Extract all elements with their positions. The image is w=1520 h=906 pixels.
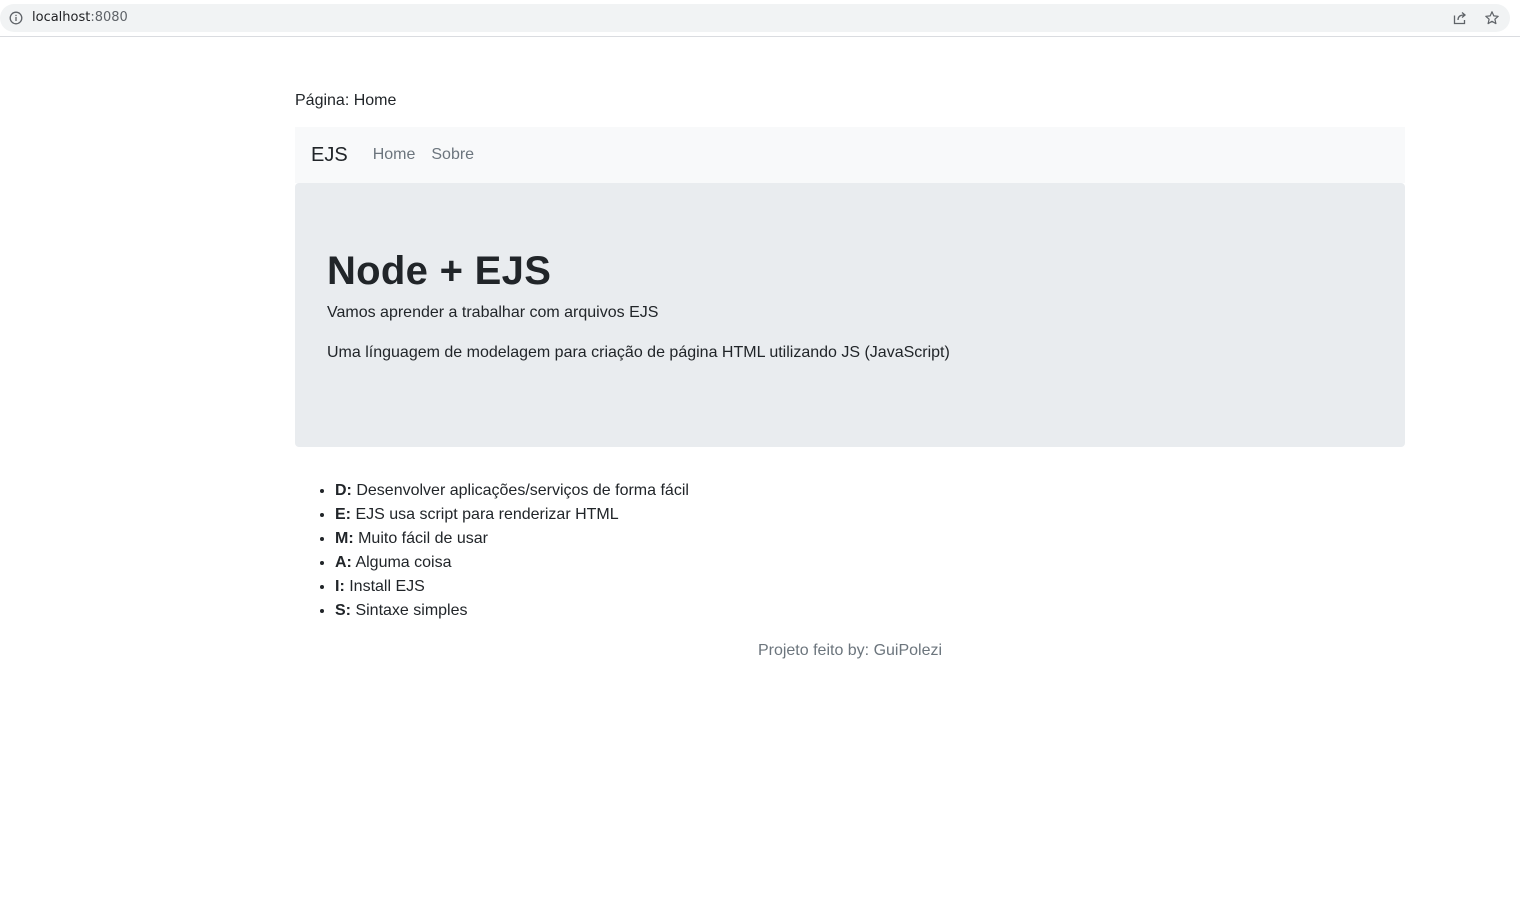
list-item: A: Alguma coisa	[335, 551, 1405, 575]
browser-toolbar: localhost:8080	[0, 0, 1520, 37]
list-item: I: Install EJS	[335, 575, 1405, 599]
navbar: EJS Home Sobre	[295, 127, 1405, 183]
list-item-key: A:	[335, 554, 352, 571]
share-icon[interactable]	[1452, 10, 1468, 26]
jumbotron-lead: Vamos aprender a trabalhar com arquivos …	[327, 304, 659, 321]
list-item-text: Sintaxe simples	[351, 602, 468, 619]
address-bar[interactable]: localhost:8080	[0, 4, 1510, 32]
page-label: Página: Home	[295, 92, 397, 109]
list-item-text: Muito fácil de usar	[353, 530, 488, 547]
list-item: M: Muito fácil de usar	[335, 527, 1405, 551]
nav-link-home[interactable]: Home	[373, 146, 416, 164]
page-container: Página: Home EJS Home Sobre Node + EJS V…	[295, 37, 1405, 663]
info-icon[interactable]	[9, 11, 23, 25]
jumbotron: Node + EJS Vamos aprender a trabalhar co…	[295, 183, 1405, 447]
list-item: D: Desenvolver aplicações/serviços de fo…	[335, 479, 1405, 503]
list-item: S: Sintaxe simples	[335, 599, 1405, 623]
list-item-key: S:	[335, 602, 351, 619]
list-item-text: Alguma coisa	[351, 554, 452, 571]
jumbotron-title: Node + EJS	[327, 249, 552, 293]
list-item-key: E:	[335, 506, 351, 523]
url-host: localhost	[32, 10, 91, 25]
feature-list: D: Desenvolver aplicações/serviços de fo…	[295, 479, 1405, 623]
url-text[interactable]: localhost:8080	[32, 10, 128, 26]
star-icon[interactable]	[1484, 10, 1500, 26]
nav-link-sobre[interactable]: Sobre	[431, 146, 474, 164]
list-item-text: EJS usa script para renderizar HTML	[351, 506, 619, 523]
list-item-key: M:	[335, 530, 354, 547]
navbar-brand[interactable]: EJS	[311, 144, 348, 167]
list-item-text: Install EJS	[344, 578, 425, 595]
url-port: :8080	[90, 10, 128, 25]
jumbotron-text: Uma línguagem de modelagem para criação …	[327, 344, 950, 361]
list-item: E: EJS usa script para renderizar HTML	[335, 503, 1405, 527]
footer-credit: Projeto feito by: GuiPolezi	[757, 642, 943, 659]
list-item-key: D:	[335, 482, 352, 499]
list-item-text: Desenvolver aplicações/serviços de forma…	[351, 482, 689, 499]
list-item-key: I:	[335, 578, 345, 595]
